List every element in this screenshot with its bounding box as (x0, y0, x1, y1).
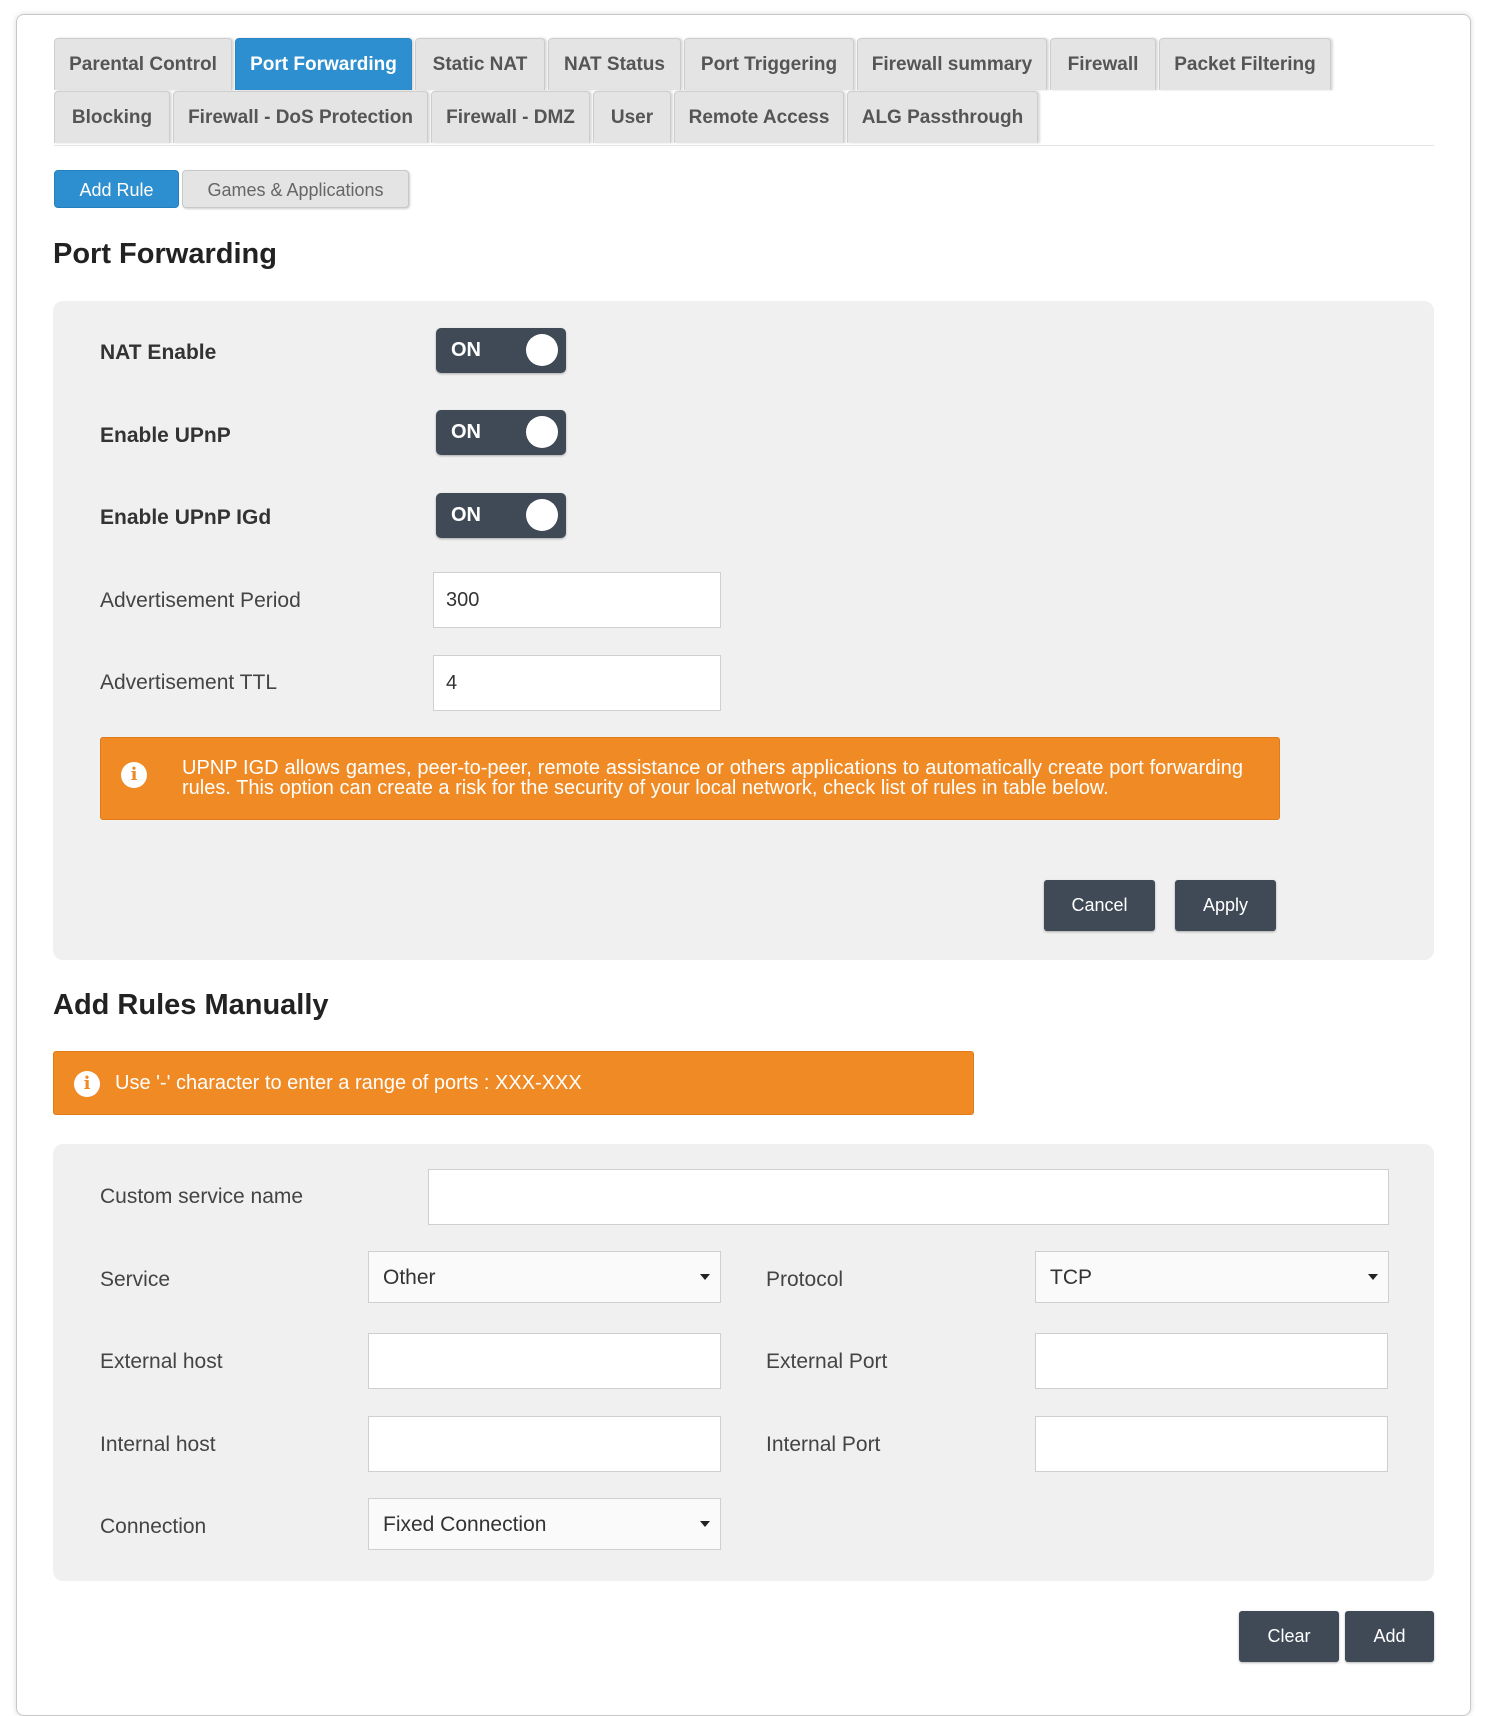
tab-row-1: Parental Control Port Forwarding Static … (54, 38, 1434, 91)
toggle-knob (526, 499, 558, 531)
connection-label: Connection (100, 1515, 207, 1538)
port-forwarding-title: Port Forwarding (53, 238, 277, 270)
external-port-label: External Port (766, 1350, 888, 1373)
manual-rule-panel: Custom service name Service Other Protoc… (53, 1144, 1434, 1581)
tab-nat-status[interactable]: NAT Status (548, 38, 681, 90)
port-range-hint: i Use '-' character to enter a range of … (53, 1051, 974, 1115)
tab-static-nat[interactable]: Static NAT (415, 38, 545, 90)
tab-bar: Parental Control Port Forwarding Static … (54, 38, 1434, 144)
toggle-knob (526, 416, 558, 448)
enable-upnp-label: Enable UPnP (100, 424, 231, 447)
port-range-hint-text: Use '-' character to enter a range of po… (115, 1072, 582, 1094)
tab-port-forwarding[interactable]: Port Forwarding (235, 38, 412, 90)
enable-upnp-igd-toggle[interactable]: ON (436, 493, 566, 538)
tab-blocking[interactable]: Blocking (54, 91, 170, 143)
internal-host-label: Internal host (100, 1433, 216, 1456)
port-forwarding-panel: NAT Enable ON Enable UPnP ON Enable UPnP… (53, 301, 1434, 960)
external-port-input[interactable] (1035, 1333, 1388, 1389)
add-button[interactable]: Add (1345, 1611, 1434, 1662)
enable-upnp-igd-label: Enable UPnP IGd (100, 506, 272, 529)
tab-user[interactable]: User (593, 91, 671, 143)
custom-service-name-input[interactable] (428, 1169, 1389, 1225)
service-value: Other (383, 1266, 436, 1289)
tab-parental-control[interactable]: Parental Control (54, 38, 232, 90)
advertisement-ttl-input[interactable] (433, 655, 721, 711)
tab-alg-passthrough[interactable]: ALG Passthrough (847, 91, 1038, 143)
tab-bar-divider (54, 145, 1434, 146)
enable-upnp-toggle[interactable]: ON (436, 410, 566, 455)
nat-enable-state: ON (451, 339, 481, 361)
internal-port-input[interactable] (1035, 1416, 1388, 1472)
add-rule-tab[interactable]: Add Rule (54, 170, 179, 208)
enable-upnp-state: ON (451, 421, 481, 443)
custom-service-name-label: Custom service name (100, 1185, 304, 1208)
tab-firewall-dos-protection[interactable]: Firewall - DoS Protection (173, 91, 428, 143)
internal-host-input[interactable] (368, 1416, 721, 1472)
protocol-value: TCP (1050, 1266, 1092, 1289)
info-icon: i (74, 1071, 100, 1097)
nat-enable-label: NAT Enable (100, 341, 217, 364)
chevron-down-icon (1368, 1274, 1378, 1280)
protocol-select[interactable]: TCP (1035, 1251, 1389, 1303)
advertisement-period-input[interactable] (433, 572, 721, 628)
service-label: Service (100, 1268, 171, 1291)
toggle-knob (526, 334, 558, 366)
tab-port-triggering[interactable]: Port Triggering (684, 38, 854, 90)
chevron-down-icon (700, 1521, 710, 1527)
tab-packet-filtering[interactable]: Packet Filtering (1159, 38, 1331, 90)
tab-row-2: Blocking Firewall - DoS Protection Firew… (54, 91, 1434, 144)
protocol-label: Protocol (766, 1268, 844, 1291)
tab-remote-access[interactable]: Remote Access (674, 91, 844, 143)
external-host-input[interactable] (368, 1333, 721, 1389)
advertisement-period-label: Advertisement Period (100, 589, 301, 612)
external-host-label: External host (100, 1350, 223, 1373)
enable-upnp-igd-state: ON (451, 504, 481, 526)
tab-firewall-dmz[interactable]: Firewall - DMZ (431, 91, 590, 143)
apply-button[interactable]: Apply (1175, 880, 1276, 931)
internal-port-label: Internal Port (766, 1433, 881, 1456)
upnp-igd-warning-text: UPNP IGD allows games, peer-to-peer, rem… (182, 757, 1243, 799)
info-icon: i (121, 762, 147, 788)
games-applications-tab[interactable]: Games & Applications (182, 170, 409, 208)
chevron-down-icon (700, 1274, 710, 1280)
advertisement-ttl-label: Advertisement TTL (100, 671, 278, 694)
nat-enable-toggle[interactable]: ON (436, 328, 566, 373)
tab-firewall[interactable]: Firewall (1050, 38, 1156, 90)
connection-select[interactable]: Fixed Connection (368, 1498, 721, 1550)
service-select[interactable]: Other (368, 1251, 721, 1303)
connection-value: Fixed Connection (383, 1513, 547, 1536)
upnp-igd-warning: i UPNP IGD allows games, peer-to-peer, r… (100, 737, 1280, 820)
tab-firewall-summary[interactable]: Firewall summary (857, 38, 1047, 90)
add-rules-manually-title: Add Rules Manually (53, 989, 329, 1021)
clear-button[interactable]: Clear (1239, 1611, 1339, 1662)
cancel-button[interactable]: Cancel (1044, 880, 1155, 931)
